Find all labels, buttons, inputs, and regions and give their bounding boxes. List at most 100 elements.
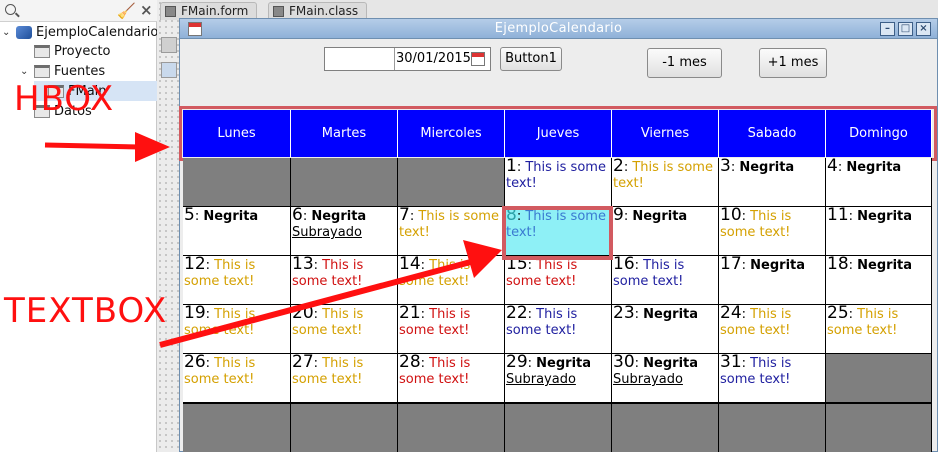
day-number: 21 (399, 305, 421, 323)
window-title: EjemploCalendario (494, 21, 623, 36)
calendar-icon[interactable] (161, 62, 177, 78)
day-textbox[interactable]: 18: Negrita (826, 256, 931, 274)
calendar-day-cell[interactable]: 20: This is some text! (291, 305, 398, 354)
day-bold-note: Negrita (750, 258, 806, 273)
day-textbox[interactable]: 2: This is some text! (612, 158, 718, 192)
prev-month-button[interactable]: -1 mes (647, 48, 722, 78)
calendar-day-cell[interactable]: 12: This is some text! (183, 256, 291, 305)
day-textbox[interactable]: 24: This is some text! (719, 305, 825, 339)
calendar-day-cell[interactable]: 2: This is some text! (612, 158, 719, 207)
calendar-day-cell[interactable]: 1: This is some text! (505, 158, 612, 207)
day-textbox[interactable]: 30: Negrita Subrayado (612, 354, 718, 388)
tree-root[interactable]: ⌄ EjemploCalendario (2, 22, 158, 42)
day-textbox[interactable]: 14: This is some text! (398, 256, 504, 290)
calendar-day-cell[interactable]: 23: Negrita (612, 305, 719, 354)
calendar-day-cell[interactable]: 25: This is some text! (826, 305, 932, 354)
calendar-empty-cell (398, 158, 505, 207)
day-textbox[interactable]: 6: Negrita Subrayado (291, 207, 397, 241)
close-icon[interactable]: × (140, 1, 153, 19)
calendar-day-cell[interactable]: 31: This is some text! (719, 354, 826, 403)
calendar-day-cell[interactable]: 30: Negrita Subrayado (612, 354, 719, 403)
window-titlebar[interactable]: EjemploCalendario – □ × (180, 19, 937, 39)
day-textbox[interactable]: 4: Negrita (826, 158, 931, 176)
calendar-day-cell[interactable]: 3: Negrita (719, 158, 826, 207)
calendar-day-cell[interactable]: 29: Negrita Subrayado (505, 354, 612, 403)
clear-filter-icon[interactable]: 🧹 (117, 2, 136, 20)
calendar-day-cell[interactable]: 13: This is some text! (291, 256, 398, 305)
day-textbox[interactable]: 20: This is some text! (291, 305, 397, 339)
close-button[interactable]: × (916, 22, 931, 36)
day-number: 16 (613, 256, 635, 274)
day-bold-note: Negrita (857, 258, 913, 273)
day-textbox[interactable]: 3: Negrita (719, 158, 825, 176)
calendar-day-cell[interactable]: 27: This is some text! (291, 354, 398, 403)
calendar-day-cell[interactable]: 5: Negrita (183, 207, 291, 256)
calendar-day-cell[interactable]: 17: Negrita (719, 256, 826, 305)
button1[interactable]: Button1 (500, 47, 562, 71)
day-textbox[interactable]: 16: This is some text! (612, 256, 718, 290)
day-textbox[interactable]: 5: Negrita (183, 207, 290, 225)
day-textbox[interactable]: 28: This is some text! (398, 354, 504, 388)
day-number: 20 (292, 305, 314, 323)
day-number: 18 (827, 256, 849, 274)
tree-search-bar[interactable]: 🧹 × (0, 0, 157, 22)
calendar-day-cell[interactable]: 10: This is some text! (719, 207, 826, 256)
search-icon[interactable] (5, 4, 16, 15)
day-number: 17 (720, 256, 742, 274)
day-textbox[interactable]: 31: This is some text! (719, 354, 825, 388)
day-textbox[interactable]: 25: This is some text! (826, 305, 931, 339)
day-number: 3 (720, 158, 731, 176)
class-icon (273, 6, 284, 17)
day-textbox[interactable]: 23: Negrita (612, 305, 718, 323)
calendar-day-cell[interactable]: 24: This is some text! (719, 305, 826, 354)
calendar-day-cell[interactable]: 28: This is some text! (398, 354, 505, 403)
day-textbox[interactable]: 7: This is some text! (398, 207, 504, 241)
day-textbox[interactable]: 11: Negrita (826, 207, 931, 225)
day-textbox[interactable]: 10: This is some text! (719, 207, 825, 241)
date-blank-area[interactable] (325, 48, 395, 70)
properties-icon[interactable] (161, 37, 177, 53)
chevron-down-icon[interactable]: ⌄ (20, 66, 34, 77)
day-textbox[interactable]: 29: Negrita Subrayado (505, 354, 611, 388)
day-textbox[interactable]: 9: Negrita (612, 207, 718, 225)
day-number: 23 (613, 305, 635, 323)
tree-item-proyecto[interactable]: Proyecto (20, 41, 111, 61)
calendar-day-cell[interactable]: 22: This is some text! (505, 305, 612, 354)
calendar-day-cell[interactable]: 14: This is some text! (398, 256, 505, 305)
calendar-day-cell[interactable]: 9: Negrita (612, 207, 719, 256)
calendar-day-cell[interactable]: 6: Negrita Subrayado (291, 207, 398, 256)
calendar-day-cell[interactable]: 15: This is some text! (505, 256, 612, 305)
day-textbox[interactable]: 12: This is some text! (183, 256, 290, 290)
day-textbox[interactable]: 26: This is some text! (183, 354, 290, 388)
calendar-day-cell[interactable]: 26: This is some text! (183, 354, 291, 403)
day-textbox[interactable]: 27: This is some text! (291, 354, 397, 388)
tree-item-label: Proyecto (54, 43, 111, 59)
day-textbox[interactable]: 22: This is some text! (505, 305, 611, 339)
calendar-empty-cell (291, 403, 398, 452)
day-bold-note: Negrita (739, 160, 795, 175)
calendar-empty-cell (505, 403, 612, 452)
calendar-icon[interactable] (471, 52, 485, 66)
calendar-day-cell[interactable]: 21: This is some text! (398, 305, 505, 354)
minimize-button[interactable]: – (880, 22, 895, 36)
day-number: 27 (292, 354, 314, 372)
tree-item-fuentes[interactable]: ⌄ Fuentes (20, 61, 105, 81)
day-textbox[interactable]: 19: This is some text! (183, 305, 290, 339)
day-textbox[interactable]: 13: This is some text! (291, 256, 397, 290)
calendar-day-cell[interactable]: 16: This is some text! (612, 256, 719, 305)
calendar-day-cell[interactable]: 11: Negrita (826, 207, 932, 256)
day-textbox[interactable]: 15: This is some text! (505, 256, 611, 290)
next-month-button[interactable]: +1 mes (759, 48, 827, 78)
calendar-day-cell[interactable]: 7: This is some text! (398, 207, 505, 256)
date-box[interactable]: 30/01/2015 (324, 47, 491, 71)
calendar-day-cell[interactable]: 19: This is some text! (183, 305, 291, 354)
day-bold-note: Negrita (846, 160, 902, 175)
day-textbox[interactable]: 17: Negrita (719, 256, 825, 274)
chevron-down-icon[interactable]: ⌄ (2, 27, 16, 38)
calendar-day-cell[interactable]: 18: Negrita (826, 256, 932, 305)
day-textbox[interactable]: 1: This is some text! (505, 158, 611, 192)
calendar-day-cell[interactable]: 4: Negrita (826, 158, 932, 207)
calendar-empty-cell (291, 158, 398, 207)
maximize-button[interactable]: □ (898, 22, 913, 36)
day-textbox[interactable]: 21: This is some text! (398, 305, 504, 339)
